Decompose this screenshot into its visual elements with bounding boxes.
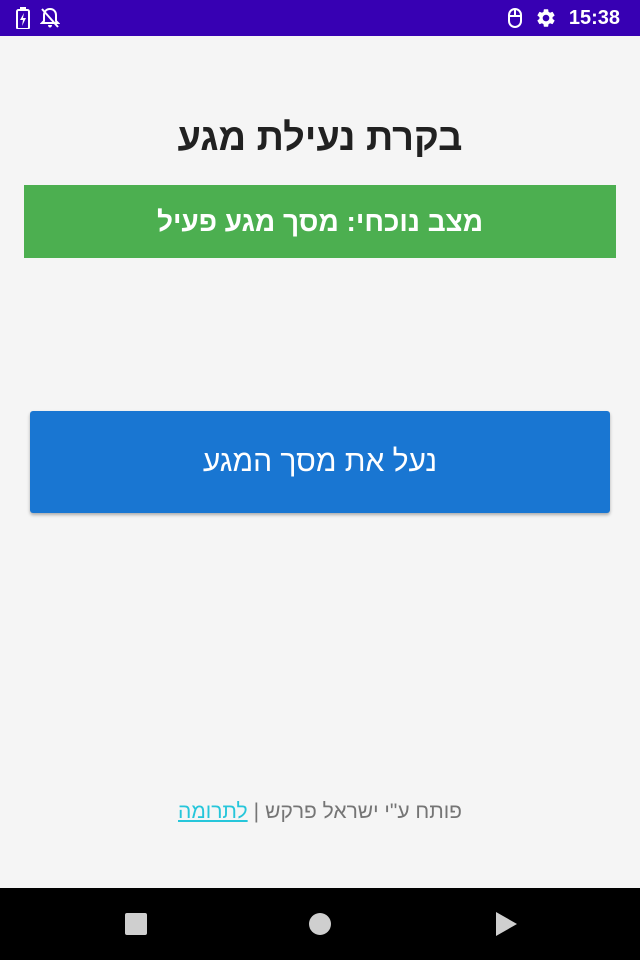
- settings-gear-icon: [535, 7, 557, 29]
- home-button[interactable]: [280, 888, 360, 960]
- status-banner: מצב נוכחי: מסך מגע פעיל: [24, 185, 616, 258]
- back-triangle-icon: [494, 911, 518, 937]
- donate-link[interactable]: לתרומה: [178, 800, 248, 823]
- status-banner-text: מצב נוכחי: מסך מגע פעיל: [156, 205, 484, 237]
- battery-charging-icon: [16, 7, 30, 29]
- status-bar: 15:38: [0, 0, 640, 36]
- status-right-icons: 15:38: [507, 0, 620, 36]
- developer-credit: פותח ע"י ישראל פרקש: [265, 800, 462, 823]
- status-time: 15:38: [568, 6, 620, 29]
- recents-square-icon: [124, 912, 148, 936]
- page-title: בקרת נעילת מגע: [177, 117, 463, 159]
- back-button[interactable]: [466, 888, 546, 960]
- notifications-off-icon: [40, 7, 60, 29]
- lock-touchscreen-label: נעל את מסך המגע: [202, 445, 438, 478]
- footer: פותח ע"י ישראל פרקש|לתרומה: [0, 800, 640, 824]
- main-content: בקרת נעילת מגע מצב נוכחי: מסך מגע פעיל נ…: [0, 36, 640, 888]
- recents-button[interactable]: [96, 888, 176, 960]
- status-left-icons: [16, 0, 60, 36]
- lock-touchscreen-button[interactable]: נעל את מסך המגע: [30, 411, 610, 513]
- mouse-icon: [507, 7, 523, 29]
- footer-separator: |: [253, 800, 260, 823]
- navigation-bar: [0, 888, 640, 960]
- home-circle-icon: [308, 912, 332, 936]
